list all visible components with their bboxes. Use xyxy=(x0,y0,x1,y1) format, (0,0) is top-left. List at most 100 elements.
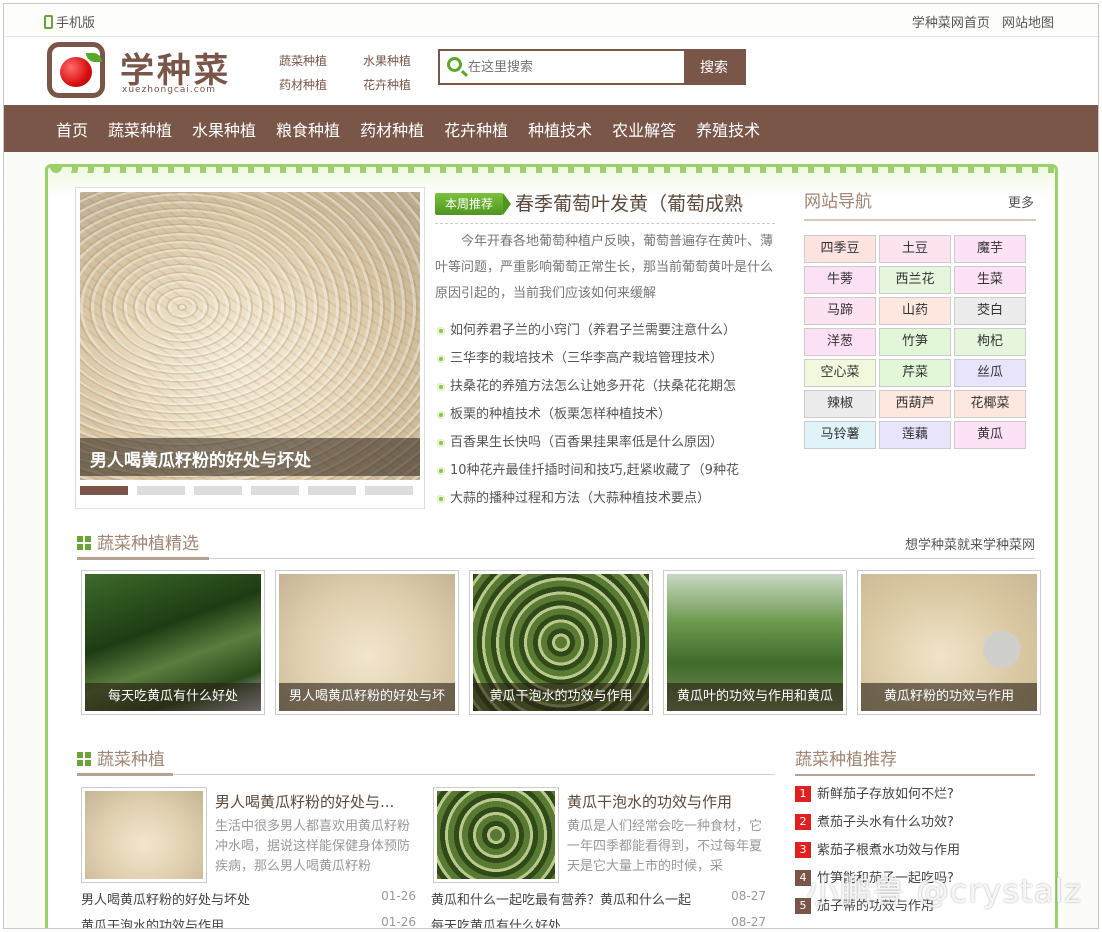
sitenav-item[interactable]: 辣椒 xyxy=(804,390,876,418)
photo-row: 每天吃黄瓜有什么好处 男人喝黄瓜籽粉的好处与坏 黄瓜干泡水的功效与作用 黄瓜叶的… xyxy=(81,570,1041,715)
article-row[interactable]: 男人喝黄瓜籽粉的好处与坏处 01-26 xyxy=(81,889,416,913)
section-title: 蔬菜种植 xyxy=(97,750,165,770)
photo-card[interactable]: 黄瓜籽粉的功效与作用 xyxy=(857,570,1041,715)
grid-icon xyxy=(77,752,91,766)
sitenav-item[interactable]: 土豆 xyxy=(879,235,951,263)
slider-dot[interactable] xyxy=(251,486,299,495)
nav-item-grains[interactable]: 粮食种植 xyxy=(276,117,340,141)
sitenav-item[interactable]: 黄瓜 xyxy=(954,421,1026,449)
sitenav-item[interactable]: 竹笋 xyxy=(879,328,951,356)
mobile-label: 手机版 xyxy=(56,16,96,31)
article-row[interactable]: 黄瓜干泡水的功效与作用 01-26 xyxy=(81,915,416,928)
nav-item-herbs[interactable]: 药材种植 xyxy=(360,117,424,141)
photo-card[interactable]: 每天吃黄瓜有什么好处 xyxy=(81,570,265,715)
photo-caption[interactable]: 男人喝黄瓜籽粉的好处与坏 xyxy=(279,683,455,711)
site-navigation: 网站导航 更多 四季豆 土豆 魔芋牛蒡 西兰花 生菜马蹄 山药 茭白洋葱 竹笋 枸杞空心菜 芹菜丝… xyxy=(804,187,1036,449)
nav-item-vegetables[interactable]: 蔬菜种植 xyxy=(108,117,172,141)
nav-item-flowers[interactable]: 花卉种植 xyxy=(444,117,508,141)
slider-dot[interactable] xyxy=(194,486,242,495)
search-button[interactable]: 搜索 xyxy=(684,51,744,83)
sitenav-item[interactable]: 马铃薯 xyxy=(804,421,876,449)
article-row[interactable]: 每天吃黄瓜有什么好处 08-27 xyxy=(431,915,766,928)
section-header-recommend: 蔬菜种植推荐 xyxy=(795,745,1035,776)
sitenav-item[interactable]: 洋葱 xyxy=(804,328,876,356)
article-row[interactable]: 黄瓜和什么一起吃最有营养？黄瓜和什么一起 08-27 xyxy=(431,889,766,913)
sitenav-title: 网站导航 xyxy=(804,192,872,212)
sitenav-item[interactable]: 马蹄 xyxy=(804,297,876,325)
sitenav-item[interactable]: 花椰菜 xyxy=(954,390,1026,418)
article-title[interactable]: 男人喝黄瓜籽粉的好处与... xyxy=(215,791,394,812)
nav-item-home[interactable]: 首页 xyxy=(56,117,88,141)
list-item[interactable]: 10种花卉最佳扦插时间和技巧,赶紧收藏了（9种花 xyxy=(435,457,775,485)
sitenav-item[interactable]: 牛蒡 xyxy=(804,266,876,294)
sitenav-grid: 四季豆 土豆 魔芋牛蒡 西兰花 生菜马蹄 山药 茭白洋葱 竹笋 枸杞空心菜 芹菜 丝瓜辣椒 西葫芦 花椰… xyxy=(804,235,1036,449)
quick-link[interactable]: 药材种植 xyxy=(279,73,363,97)
sitenav-item[interactable]: 空心菜 xyxy=(804,359,876,387)
search-box: 搜索 xyxy=(438,49,746,85)
list-item[interactable]: 百香果生长快吗（百香果挂果率低是什么原因） xyxy=(435,429,775,457)
photo-caption[interactable]: 黄瓜籽粉的功效与作用 xyxy=(861,683,1037,711)
list-item[interactable]: 大蒜的播种过程和方法（大蒜种植技术要点） xyxy=(435,485,775,513)
sitenav-item[interactable]: 西葫芦 xyxy=(879,390,951,418)
quick-link[interactable]: 蔬菜种植 xyxy=(279,49,363,73)
home-link[interactable]: 学种菜网首页 xyxy=(912,16,990,31)
search-input[interactable] xyxy=(468,54,678,80)
list-item[interactable]: 板栗的种植技术（板栗怎样种植技术） xyxy=(435,401,775,429)
sitenav-item[interactable]: 枸杞 xyxy=(954,328,1026,356)
sitenav-item[interactable]: 丝瓜 xyxy=(954,359,1026,387)
sitenav-header: 网站导航 更多 xyxy=(804,187,1036,221)
recommend-item[interactable]: 3 紫茄子根煮水功效与作用 xyxy=(795,837,1035,865)
article-card[interactable]: 黄瓜干泡水的功效与作用 黄瓜是人们经常会吃一种食材，它一年四季都能看得到，不过每… xyxy=(433,787,773,883)
recommend-item[interactable]: 2 煮茄子头水有什么功效? xyxy=(795,809,1035,837)
article-title[interactable]: 黄瓜干泡水的功效与作用 xyxy=(567,791,732,812)
sitemap-link[interactable]: 网站地图 xyxy=(1002,16,1054,31)
image-slider[interactable]: 男人喝黄瓜籽粉的好处与坏处 xyxy=(75,187,425,509)
section-header-vegetables: 蔬菜种植 xyxy=(77,745,775,776)
photo-card[interactable]: 男人喝黄瓜籽粉的好处与坏 xyxy=(275,570,459,715)
photo-caption[interactable]: 黄瓜叶的功效与作用和黄瓜 xyxy=(667,683,843,711)
list-item[interactable]: 扶桑花的养殖方法怎么让她多开花（扶桑花花期怎 xyxy=(435,373,775,401)
list-item[interactable]: 如何养君子兰的小窍门（养君子兰需要注意什么） xyxy=(435,317,775,345)
nav-item-techniques[interactable]: 种植技术 xyxy=(528,117,592,141)
mobile-link[interactable]: 手机版 xyxy=(44,12,95,31)
sitenav-item[interactable]: 芹菜 xyxy=(879,359,951,387)
slide-caption[interactable]: 男人喝黄瓜籽粉的好处与坏处 xyxy=(80,438,420,476)
sitenav-item[interactable]: 西兰花 xyxy=(879,266,951,294)
quick-links: 蔬菜种植 水果种植药材种植 花卉种植 xyxy=(279,49,429,97)
slider-dot[interactable] xyxy=(80,486,128,495)
slider-dot[interactable] xyxy=(308,486,356,495)
feature-title[interactable]: 春季葡萄叶发黄（葡萄成熟 xyxy=(515,189,785,216)
slider-dot[interactable] xyxy=(365,486,413,495)
article-card[interactable]: 男人喝黄瓜籽粉的好处与... 生活中很多男人都喜欢用黄瓜籽粉冲水喝，据说这样能保… xyxy=(81,787,421,883)
article-thumb[interactable] xyxy=(433,787,559,883)
sitenav-item[interactable]: 莲藕 xyxy=(879,421,951,449)
slide-image[interactable] xyxy=(80,192,420,480)
section-title: 蔬菜种植推荐 xyxy=(795,750,897,770)
nav-item-fruits[interactable]: 水果种植 xyxy=(192,117,256,141)
list-item[interactable]: 三华李的栽培技术（三华李高产栽培管理技术） xyxy=(435,345,775,373)
sitenav-item[interactable]: 生菜 xyxy=(954,266,1026,294)
photo-caption[interactable]: 每天吃黄瓜有什么好处 xyxy=(85,683,261,711)
nav-item-qa[interactable]: 农业解答 xyxy=(612,117,676,141)
more-link[interactable]: 更多 xyxy=(1008,192,1034,211)
logo-icon[interactable] xyxy=(47,42,105,98)
sitenav-item[interactable]: 魔芋 xyxy=(954,235,1026,263)
sitenav-item[interactable]: 山药 xyxy=(879,297,951,325)
recommend-item[interactable]: 1 新鲜茄子存放如何不烂? xyxy=(795,781,1035,809)
photo-card[interactable]: 黄瓜叶的功效与作用和黄瓜 xyxy=(663,570,847,715)
sitenav-item[interactable]: 茭白 xyxy=(954,297,1026,325)
main-content: 男人喝黄瓜籽粉的好处与坏处 本周推荐 春季葡萄叶发黄（葡萄成熟 今年开春各地葡萄… xyxy=(45,164,1058,928)
quick-link[interactable]: 水果种植 xyxy=(363,49,423,73)
rank-badge: 1 xyxy=(795,786,811,802)
quick-link[interactable]: 花卉种植 xyxy=(363,73,423,97)
section-slogan: 想学种菜就来学种菜网 xyxy=(904,538,1035,553)
sitenav-item[interactable]: 四季豆 xyxy=(804,235,876,263)
article-thumb[interactable] xyxy=(81,787,207,883)
photo-card[interactable]: 黄瓜干泡水的功效与作用 xyxy=(469,570,653,715)
nav-item-breeding[interactable]: 养殖技术 xyxy=(696,117,760,141)
top-bar: 手机版 学种菜网首页 网站地图 xyxy=(4,4,1098,37)
photo-caption[interactable]: 黄瓜干泡水的功效与作用 xyxy=(473,683,649,711)
slider-dot[interactable] xyxy=(137,486,185,495)
recommend-text: 新鲜茄子存放如何不烂? xyxy=(817,787,954,802)
apple-icon xyxy=(60,53,102,87)
